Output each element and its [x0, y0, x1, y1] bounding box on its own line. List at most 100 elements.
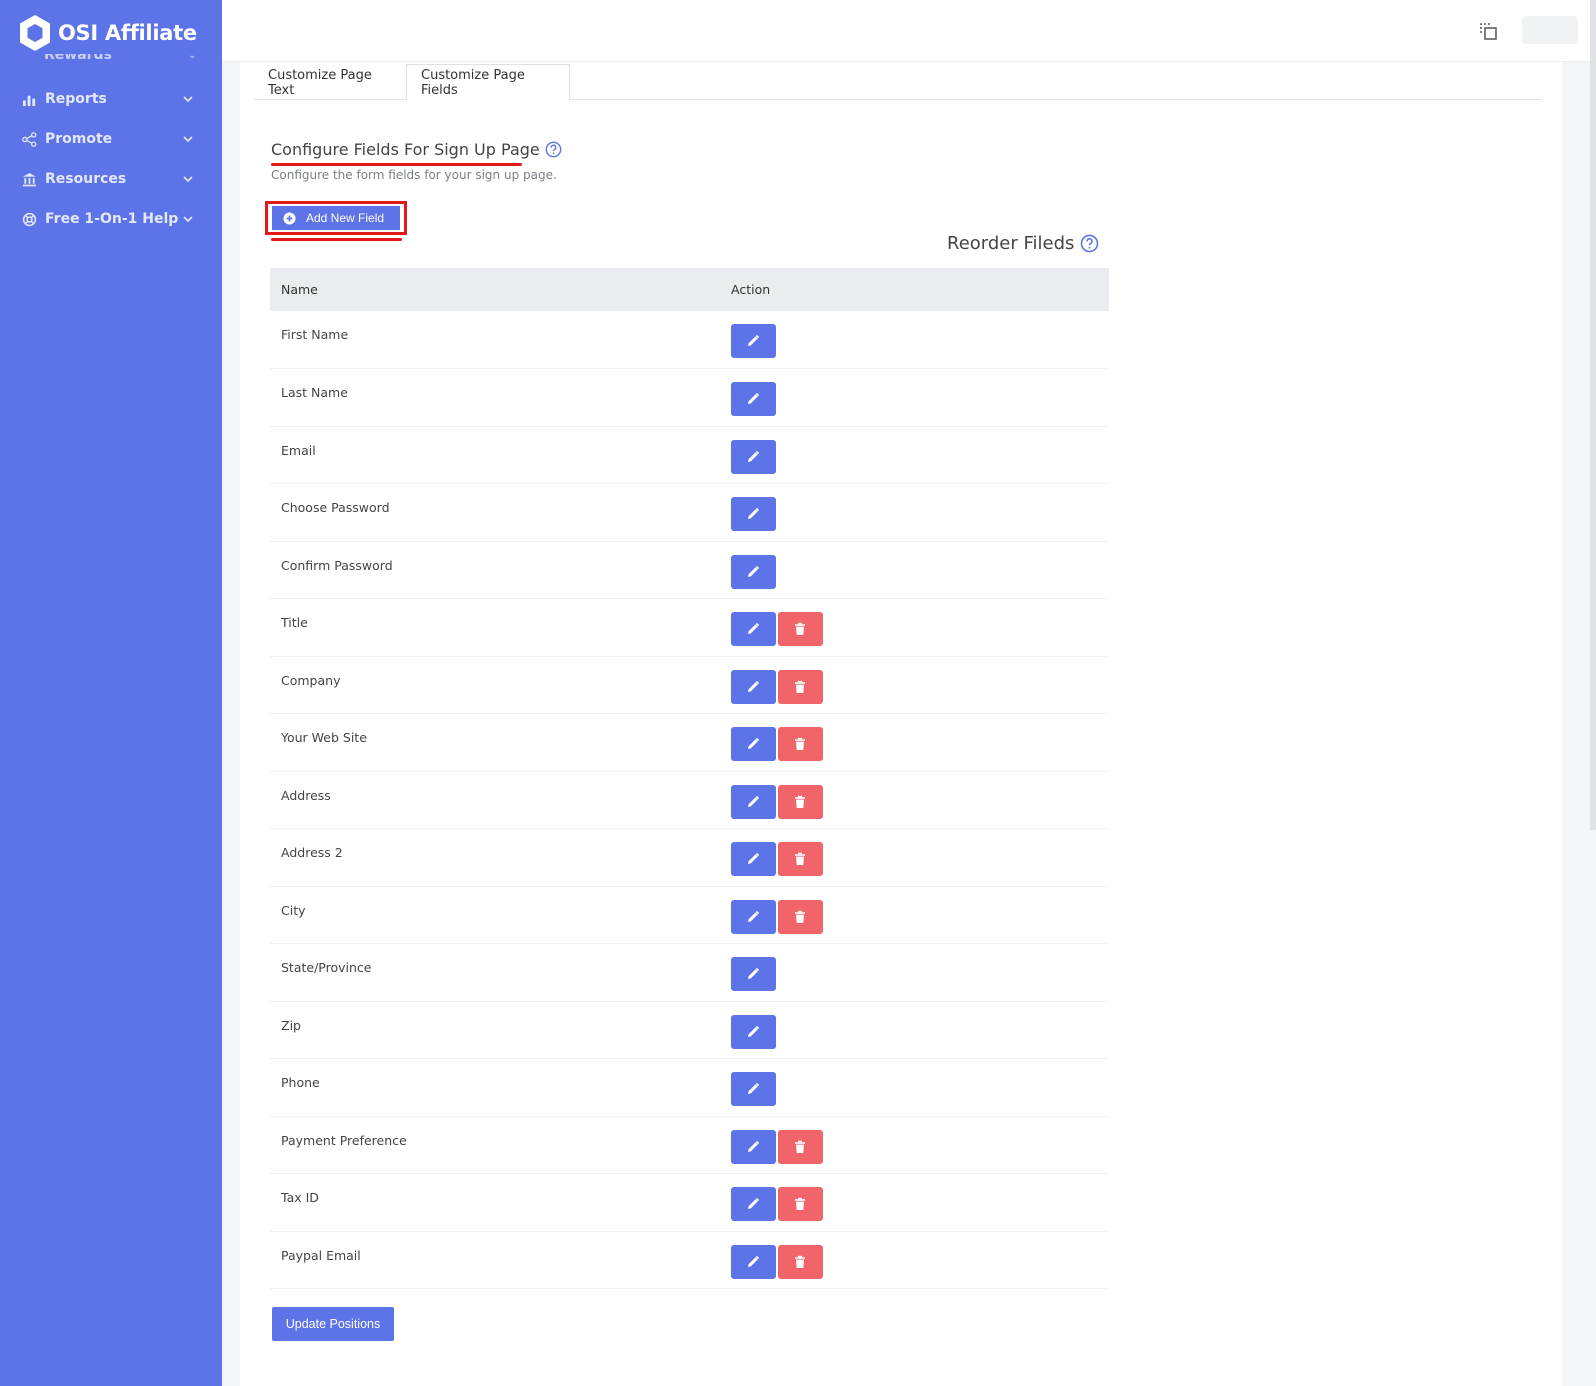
- annotation-underline: [271, 238, 402, 241]
- table-row: Address: [270, 771, 1109, 829]
- scrollbar[interactable]: [1590, 0, 1596, 830]
- section-subtitle: Configure the form fields for your sign …: [271, 168, 557, 182]
- sidebar-item-label: Rewards: [44, 54, 112, 63]
- edit-field-button[interactable]: [731, 842, 776, 876]
- edit-field-button[interactable]: [731, 1072, 776, 1106]
- sidebar-item-label: Promote: [45, 131, 113, 147]
- delete-field-button[interactable]: [778, 1187, 823, 1221]
- sidebar-item-resources[interactable]: Resources: [0, 159, 222, 199]
- tab-customize-page-fields[interactable]: Customize Page Fields: [406, 64, 570, 101]
- help-circle-icon[interactable]: [545, 141, 562, 158]
- field-actions: [731, 1059, 1109, 1117]
- brand-name: OSI Affiliate: [58, 21, 197, 45]
- sidebar-item-label: Resources: [45, 171, 127, 187]
- sidebar: OSI Affiliate Rewards ⌄ Reports Promote …: [0, 0, 222, 1386]
- delete-field-button[interactable]: [778, 842, 823, 876]
- update-positions-button[interactable]: Update Positions: [272, 1307, 394, 1341]
- add-new-field-label: Add New Field: [306, 211, 385, 225]
- field-actions: [731, 369, 1109, 427]
- field-actions: [731, 944, 1109, 1002]
- edit-field-button[interactable]: [731, 324, 776, 358]
- table-row: Payment Preference: [270, 1116, 1109, 1174]
- table-row: Title: [270, 599, 1109, 657]
- table-row: Address 2: [270, 829, 1109, 886]
- edit-field-button[interactable]: [731, 727, 776, 761]
- chevron-down-icon: [183, 136, 193, 143]
- table-row: City: [270, 886, 1109, 944]
- table-row: Email: [270, 426, 1109, 484]
- field-name: Choose Password: [281, 500, 390, 515]
- column-header-name: Name: [281, 282, 318, 297]
- edit-field-button[interactable]: [731, 1187, 776, 1221]
- edit-field-button[interactable]: [731, 1014, 776, 1049]
- field-name: Company: [281, 672, 341, 688]
- table-row: Choose Password: [270, 484, 1109, 541]
- delete-field-button[interactable]: [778, 1129, 823, 1164]
- edit-field-button[interactable]: [731, 439, 776, 474]
- main-card: Customize Page Text Customize Page Field…: [240, 62, 1562, 1386]
- sidebar-item-label: Reports: [45, 91, 107, 107]
- field-name: State/Province: [281, 960, 372, 975]
- sidebar-item-help[interactable]: Free 1-On-1 Help: [0, 199, 222, 239]
- delete-field-button[interactable]: [778, 612, 823, 646]
- edit-field-button[interactable]: [731, 669, 776, 704]
- field-name: Address 2: [281, 845, 343, 860]
- table-row: First Name: [270, 311, 1109, 369]
- chevron-down-icon: [183, 216, 193, 223]
- lifebuoy-icon: [20, 211, 38, 227]
- field-actions: [731, 714, 1109, 772]
- field-actions: [731, 1231, 1109, 1289]
- delete-field-button[interactable]: [778, 784, 823, 819]
- edit-field-button[interactable]: [731, 554, 776, 589]
- field-actions: [731, 771, 1109, 829]
- edit-field-button[interactable]: [731, 497, 776, 531]
- table-row: Paypal Email: [270, 1231, 1109, 1289]
- field-name: Address: [281, 787, 331, 803]
- field-actions: [731, 599, 1109, 657]
- user-avatar[interactable]: [1522, 16, 1578, 44]
- field-name: Your Web Site: [281, 730, 367, 745]
- sidebar-item-label: Free 1-On-1 Help: [45, 211, 179, 227]
- edit-field-button[interactable]: [731, 784, 776, 819]
- field-name: Last Name: [281, 385, 348, 400]
- bar-chart-icon: [20, 91, 38, 107]
- field-name: Payment Preference: [281, 1132, 407, 1148]
- sidebar-item-reports[interactable]: Reports: [0, 79, 222, 119]
- edit-field-button[interactable]: [731, 899, 776, 934]
- table-row: State/Province: [270, 944, 1109, 1002]
- tab-customize-page-text[interactable]: Customize Page Text: [254, 64, 406, 101]
- tab-bar: Customize Page Text Customize Page Field…: [254, 64, 1542, 101]
- chevron-down-icon: ⌄: [188, 54, 197, 61]
- delete-field-button[interactable]: [778, 899, 823, 934]
- field-name: First Name: [281, 327, 349, 342]
- sidebar-item-rewards[interactable]: Rewards ⌄: [20, 54, 200, 68]
- delete-field-button[interactable]: [778, 669, 823, 704]
- field-actions: [731, 541, 1109, 599]
- column-header-action: Action: [731, 282, 771, 297]
- edit-field-button[interactable]: [731, 1129, 776, 1164]
- edit-field-button[interactable]: [731, 1244, 776, 1279]
- edit-field-button[interactable]: [731, 957, 776, 991]
- table-row: Your Web Site: [270, 714, 1109, 772]
- annotation-highlight-box: Add New Field: [265, 201, 407, 235]
- top-bar: [222, 0, 1596, 62]
- add-new-field-button[interactable]: Add New Field: [272, 206, 400, 230]
- delete-field-button[interactable]: [778, 727, 823, 761]
- delete-field-button[interactable]: [778, 1244, 823, 1279]
- chevron-down-icon: [183, 96, 193, 103]
- brand-logo[interactable]: OSI Affiliate: [18, 14, 197, 52]
- help-circle-icon[interactable]: [1080, 234, 1099, 253]
- field-name: Title: [281, 615, 308, 630]
- annotation-underline: [271, 163, 522, 166]
- table-row: Zip: [270, 1001, 1109, 1059]
- hexagon-logo-icon: [20, 15, 50, 51]
- edit-field-button[interactable]: [731, 382, 776, 416]
- fields-table: Name Action First Name Last Name Email Choo…: [270, 268, 1109, 1289]
- sidebar-item-promote[interactable]: Promote: [0, 119, 222, 159]
- edit-field-button[interactable]: [731, 612, 776, 646]
- field-name: Paypal Email: [281, 1247, 361, 1263]
- fullscreen-icon[interactable]: [1478, 21, 1500, 43]
- table-row: Phone: [270, 1059, 1109, 1117]
- field-name: Tax ID: [281, 1190, 319, 1205]
- section-title-text: Configure Fields For Sign Up Page: [271, 140, 540, 159]
